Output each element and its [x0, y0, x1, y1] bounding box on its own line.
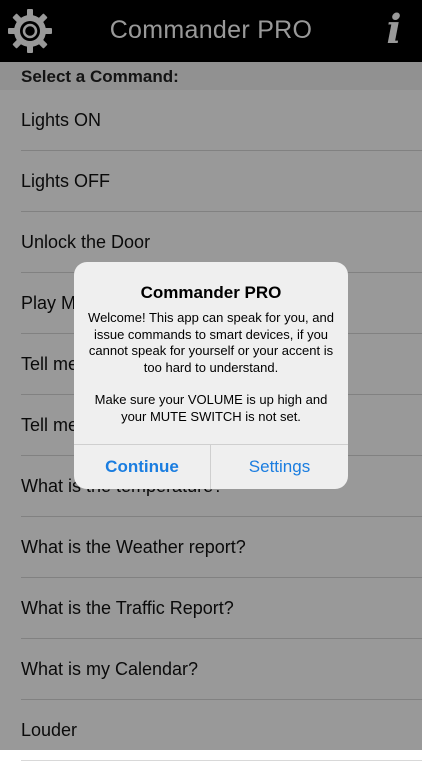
welcome-alert: Commander PRO Welcome! This app can spea… — [74, 262, 348, 489]
alert-title: Commander PRO — [140, 283, 282, 302]
settings-button[interactable]: Settings — [211, 445, 348, 489]
continue-button[interactable]: Continue — [74, 445, 211, 489]
alert-actions: Continue Settings — [74, 444, 348, 489]
alert-message-welcome: Welcome! This app can speak for you, and… — [88, 310, 334, 375]
alert-message: Welcome! This app can speak for you, and… — [86, 310, 336, 425]
alert-message-volume: Make sure your VOLUME is up high and you… — [94, 392, 328, 424]
